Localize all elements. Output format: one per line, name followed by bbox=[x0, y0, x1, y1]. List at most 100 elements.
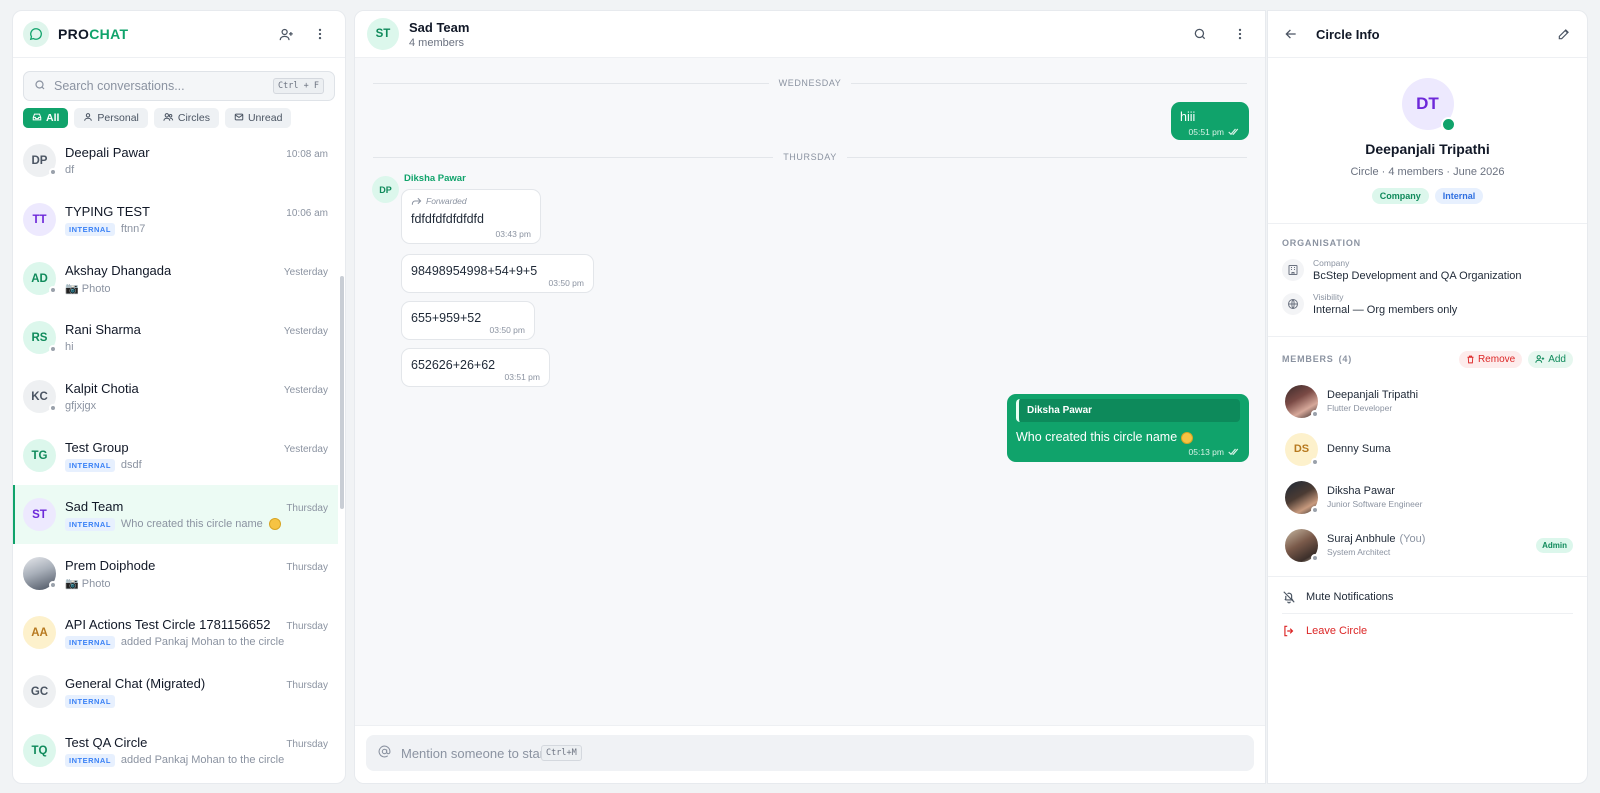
avatar-initials: GC bbox=[30, 685, 49, 698]
forwarded-indicator: Forwarded bbox=[411, 196, 531, 206]
conversation-item[interactable]: TG Test Group Yesterday INTERNAL dsdf bbox=[13, 426, 338, 485]
status-dot bbox=[1311, 553, 1319, 562]
add-member-button[interactable]: Add bbox=[1528, 350, 1573, 368]
internal-badge: INTERNAL bbox=[65, 753, 115, 767]
conversation-list-scrollbar[interactable] bbox=[340, 276, 344, 509]
conversation-preview: 📷 Photo bbox=[65, 282, 111, 295]
chat-title-block: Sad Team 4 members bbox=[409, 20, 469, 49]
conversation-item[interactable]: DP Deepali Pawar 10:08 am df bbox=[13, 131, 338, 190]
back-arrow-icon[interactable] bbox=[1282, 25, 1300, 43]
conversation-preview-row: INTERNAL Who created this circle name bbox=[65, 517, 328, 531]
conversation-body: Deepali Pawar 10:08 am df bbox=[65, 145, 328, 176]
conversation-item[interactable]: AA API Actions Test Circle 1781156652 Thur… bbox=[13, 603, 338, 662]
day-label: THURSDAY bbox=[783, 152, 837, 162]
day-separator: THURSDAY bbox=[373, 151, 1248, 163]
member-avatar[interactable] bbox=[1285, 528, 1319, 562]
incoming-message[interactable]: 652626+26+62 03:51 pm bbox=[401, 348, 550, 387]
member-name-row: Denny Suma bbox=[1327, 443, 1391, 455]
member-avatar[interactable]: DS bbox=[1285, 432, 1319, 466]
conversation-body: Test QA Circle Thursday INTERNAL added Pank… bbox=[65, 735, 328, 767]
conversation-item[interactable]: TQ Test QA Circle Thursday INTERNAL added Pa… bbox=[13, 721, 338, 780]
member-body: Diksha Pawar Junior Software Engineer bbox=[1327, 485, 1422, 509]
member-body: Suraj Anbhule (You) System Architect bbox=[1327, 533, 1425, 557]
conversation-preview: Who created this circle name bbox=[120, 518, 263, 530]
member-initials: DS bbox=[1293, 443, 1310, 455]
member-name: Denny Suma bbox=[1327, 443, 1391, 455]
filter-circles[interactable]: Circles bbox=[153, 108, 219, 128]
chat-logo-icon bbox=[23, 21, 49, 47]
conversation-item[interactable]: Prem Doiphode Thursday 📷 Photo bbox=[13, 544, 338, 603]
more-vertical-icon[interactable] bbox=[1231, 25, 1249, 43]
member-row[interactable]: Deepanjali Tripathi Flutter Developer bbox=[1282, 377, 1573, 425]
avatar-initials: TQ bbox=[31, 744, 48, 757]
add-user-icon[interactable] bbox=[277, 25, 295, 43]
conversation-item[interactable]: ST Sad Team Thursday INTERNAL Who created th… bbox=[13, 485, 338, 544]
conversation-preview-row: 📷 Photo bbox=[65, 282, 328, 295]
member-avatar[interactable] bbox=[1285, 480, 1319, 514]
member-row[interactable]: Suraj Anbhule (You) System Architect Admin bbox=[1282, 521, 1573, 569]
conversation-name: Rani Sharma bbox=[65, 322, 141, 337]
filter-personal[interactable]: Personal bbox=[74, 108, 148, 128]
conversation-preview: df bbox=[65, 164, 75, 176]
avatar-initials: DP bbox=[31, 154, 48, 167]
mute-notifications-button[interactable]: Mute Notifications bbox=[1282, 580, 1573, 614]
message-text-row: Who created this circle name bbox=[1016, 430, 1240, 444]
conversation-time: Yesterday bbox=[283, 385, 328, 396]
message-time: 03:50 pm bbox=[489, 325, 525, 335]
message-meta: 05:13 pm bbox=[1016, 447, 1240, 457]
conversation-item[interactable]: AD Akshay Dhangada Yesterday 📷 Photo bbox=[13, 249, 338, 308]
search-icon[interactable] bbox=[1191, 25, 1209, 43]
more-vertical-icon[interactable] bbox=[311, 25, 329, 43]
conversation-preview: gfjxjgx bbox=[65, 400, 97, 412]
conversation-preview-row: gfjxjgx bbox=[65, 400, 328, 412]
incoming-message[interactable]: Forwarded fdfdfdfdfdfdfd 03:43 pm bbox=[401, 189, 541, 244]
filter-all[interactable]: All bbox=[23, 108, 69, 128]
forward-icon bbox=[411, 197, 422, 205]
filter-unread[interactable]: Unread bbox=[224, 108, 292, 128]
reply-quote[interactable]: Diksha Pawar bbox=[1016, 399, 1240, 422]
leave-label: Leave Circle bbox=[1306, 625, 1368, 637]
conversation-item[interactable]: RS Rani Sharma Yesterday hi bbox=[13, 308, 338, 367]
incoming-message[interactable]: 655+959+52 03:50 pm bbox=[401, 301, 535, 340]
at-mention-icon[interactable] bbox=[378, 745, 391, 761]
incoming-message[interactable]: 98498954998+54+9+5 03:50 pm bbox=[401, 254, 594, 293]
status-dot bbox=[1311, 457, 1319, 466]
tag-internal: Internal bbox=[1434, 188, 1484, 204]
search-input[interactable] bbox=[54, 79, 274, 93]
chat-panel: ST Sad Team 4 members WEDNESDAY hiii 05:… bbox=[354, 10, 1266, 784]
conversation-item[interactable]: GC General Chat (Migrated) Thursday INTERNA… bbox=[13, 662, 338, 721]
status-dot bbox=[49, 404, 57, 412]
logout-icon bbox=[1284, 625, 1294, 637]
conversation-item[interactable]: TT TYPING TEST 10:06 am INTERNAL ftnn7 bbox=[13, 190, 338, 249]
member-row[interactable]: DS Denny Suma bbox=[1282, 425, 1573, 473]
conversation-list[interactable]: DP Deepali Pawar 10:08 am df TT TYPING TEST 10… bbox=[13, 131, 338, 783]
separator-line bbox=[846, 156, 1248, 158]
conversation-body: General Chat (Migrated) Thursday INTERNAL bbox=[65, 676, 328, 708]
member-avatar[interactable] bbox=[1285, 384, 1319, 418]
message-text: fdfdfdfdfdfdfd bbox=[411, 212, 484, 226]
member-row[interactable]: Diksha Pawar Junior Software Engineer bbox=[1282, 473, 1573, 521]
conversation-time: Thursday bbox=[286, 502, 328, 514]
circle-avatar[interactable]: DT bbox=[1401, 78, 1456, 132]
avatar-initials: TT bbox=[32, 213, 47, 226]
conversation-item[interactable]: KC Kalpit Chotia Yesterday gfjxjgx bbox=[13, 367, 338, 426]
edit-pencil-icon[interactable] bbox=[1555, 25, 1573, 43]
remove-member-button[interactable]: Remove bbox=[1458, 350, 1523, 368]
avatar: AA bbox=[23, 616, 56, 649]
outgoing-message[interactable]: Diksha Pawar Who created this circle nam… bbox=[1007, 394, 1249, 462]
message-time: 03:43 pm bbox=[495, 229, 531, 239]
status-dot bbox=[49, 286, 57, 294]
separator-line bbox=[373, 156, 774, 158]
conversation-name: Kalpit Chotia bbox=[65, 381, 139, 396]
mail-icon bbox=[234, 112, 244, 125]
sender-name[interactable]: Diksha Pawar bbox=[404, 173, 466, 184]
chat-avatar[interactable]: ST bbox=[367, 18, 399, 50]
circle-profile: DT Deepanjali Tripathi Circle · 4 member… bbox=[1268, 58, 1587, 224]
outgoing-message[interactable]: hiii 05:51 pm bbox=[1171, 102, 1249, 140]
message-input[interactable] bbox=[401, 745, 541, 761]
leave-circle-button[interactable]: Leave Circle bbox=[1282, 614, 1573, 648]
visibility-key: Visibility bbox=[1313, 292, 1344, 302]
status-dot bbox=[49, 168, 57, 176]
member-name-row: Suraj Anbhule (You) bbox=[1327, 533, 1425, 545]
sender-avatar[interactable]: DP bbox=[372, 176, 399, 203]
